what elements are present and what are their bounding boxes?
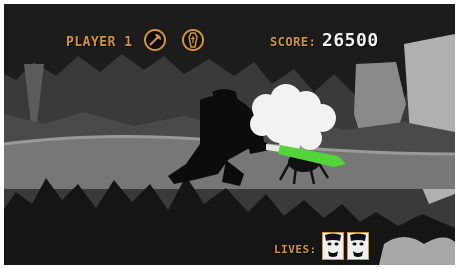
player-label: PLAYER 1 — [66, 35, 133, 50]
score-value: 26500 — [322, 30, 379, 51]
axe-icon — [144, 29, 166, 51]
foreground-pebbles — [379, 237, 455, 265]
coffin-icon — [182, 29, 204, 51]
lives-label: LIVES: — [274, 243, 317, 256]
score-label: SCORE: — [270, 35, 317, 49]
life-face-icon — [347, 232, 369, 260]
game-screen: PLAYER 1 SCORE: 26500 LIVES: — [4, 4, 455, 265]
life-face-icon — [322, 232, 344, 260]
